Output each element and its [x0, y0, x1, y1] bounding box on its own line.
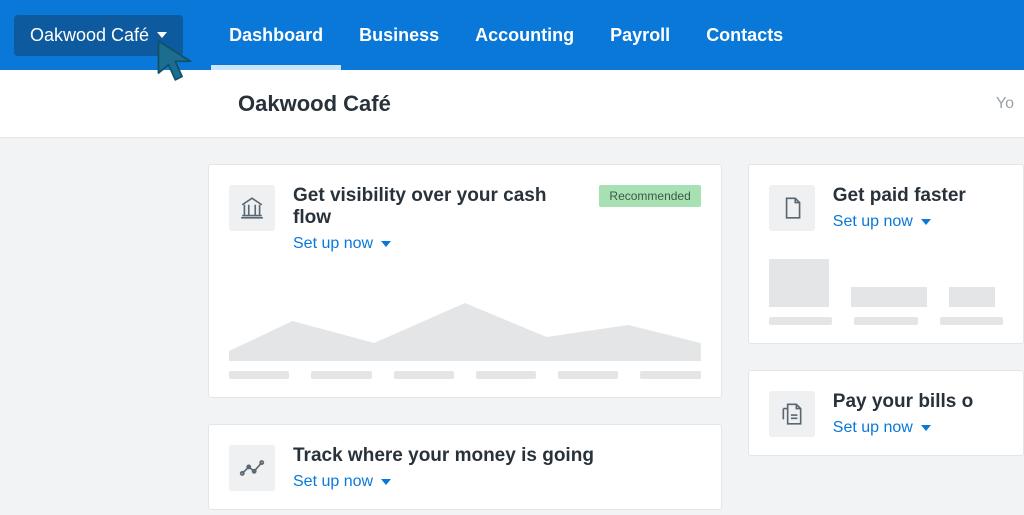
dashboard-content: Get visibility over your cash flow Set u… — [0, 138, 1024, 510]
setup-link-label: Set up now — [833, 419, 913, 437]
bill-icon — [769, 391, 815, 437]
setup-link[interactable]: Set up now — [833, 213, 931, 231]
nav-payroll[interactable]: Payroll — [592, 0, 688, 70]
nav-item-label: Contacts — [706, 25, 783, 46]
chevron-down-icon — [921, 219, 931, 225]
setup-link[interactable]: Set up now — [833, 419, 931, 437]
recommended-badge: Recommended — [599, 185, 700, 207]
setup-link-label: Set up now — [833, 213, 913, 231]
bank-icon — [229, 185, 275, 231]
chevron-down-icon — [381, 479, 391, 485]
chart-placeholder — [229, 281, 701, 379]
nav-item-label: Dashboard — [229, 25, 323, 46]
nav-item-label: Accounting — [475, 25, 574, 46]
card-title: Pay your bills o — [833, 391, 1003, 413]
chevron-down-icon — [381, 241, 391, 247]
setup-link[interactable]: Set up now — [293, 473, 391, 491]
nav-accounting[interactable]: Accounting — [457, 0, 592, 70]
card-paybills: Pay your bills o Set up now — [748, 370, 1024, 456]
subheader: Oakwood Café Yo — [0, 70, 1024, 138]
card-title: Get paid faster — [833, 185, 1003, 207]
nav-item-label: Business — [359, 25, 439, 46]
blocks-placeholder — [769, 259, 1003, 307]
truncated-text: Yo — [996, 95, 1014, 113]
org-switcher-label: Oakwood Café — [30, 25, 149, 46]
nav-items: Dashboard Business Accounting Payroll Co… — [211, 0, 801, 70]
card-track: Track where your money is going Set up n… — [208, 424, 722, 510]
file-icon — [769, 185, 815, 231]
nav-contacts[interactable]: Contacts — [688, 0, 801, 70]
card-cashflow: Get visibility over your cash flow Set u… — [208, 164, 722, 398]
top-nav: Oakwood Café Dashboard Business Accounti… — [0, 0, 1024, 70]
setup-link[interactable]: Set up now — [293, 235, 391, 253]
page-title: Oakwood Café — [238, 91, 391, 117]
card-title: Get visibility over your cash flow — [293, 185, 581, 229]
card-title: Track where your money is going — [293, 445, 701, 467]
nav-dashboard[interactable]: Dashboard — [211, 0, 341, 70]
trend-icon — [229, 445, 275, 491]
chevron-down-icon — [921, 425, 931, 431]
nav-business[interactable]: Business — [341, 0, 457, 70]
card-getpaid: Get paid faster Set up now — [748, 164, 1024, 344]
nav-item-label: Payroll — [610, 25, 670, 46]
setup-link-label: Set up now — [293, 473, 373, 491]
caret-down-icon — [157, 32, 167, 38]
org-switcher[interactable]: Oakwood Café — [14, 15, 183, 56]
setup-link-label: Set up now — [293, 235, 373, 253]
